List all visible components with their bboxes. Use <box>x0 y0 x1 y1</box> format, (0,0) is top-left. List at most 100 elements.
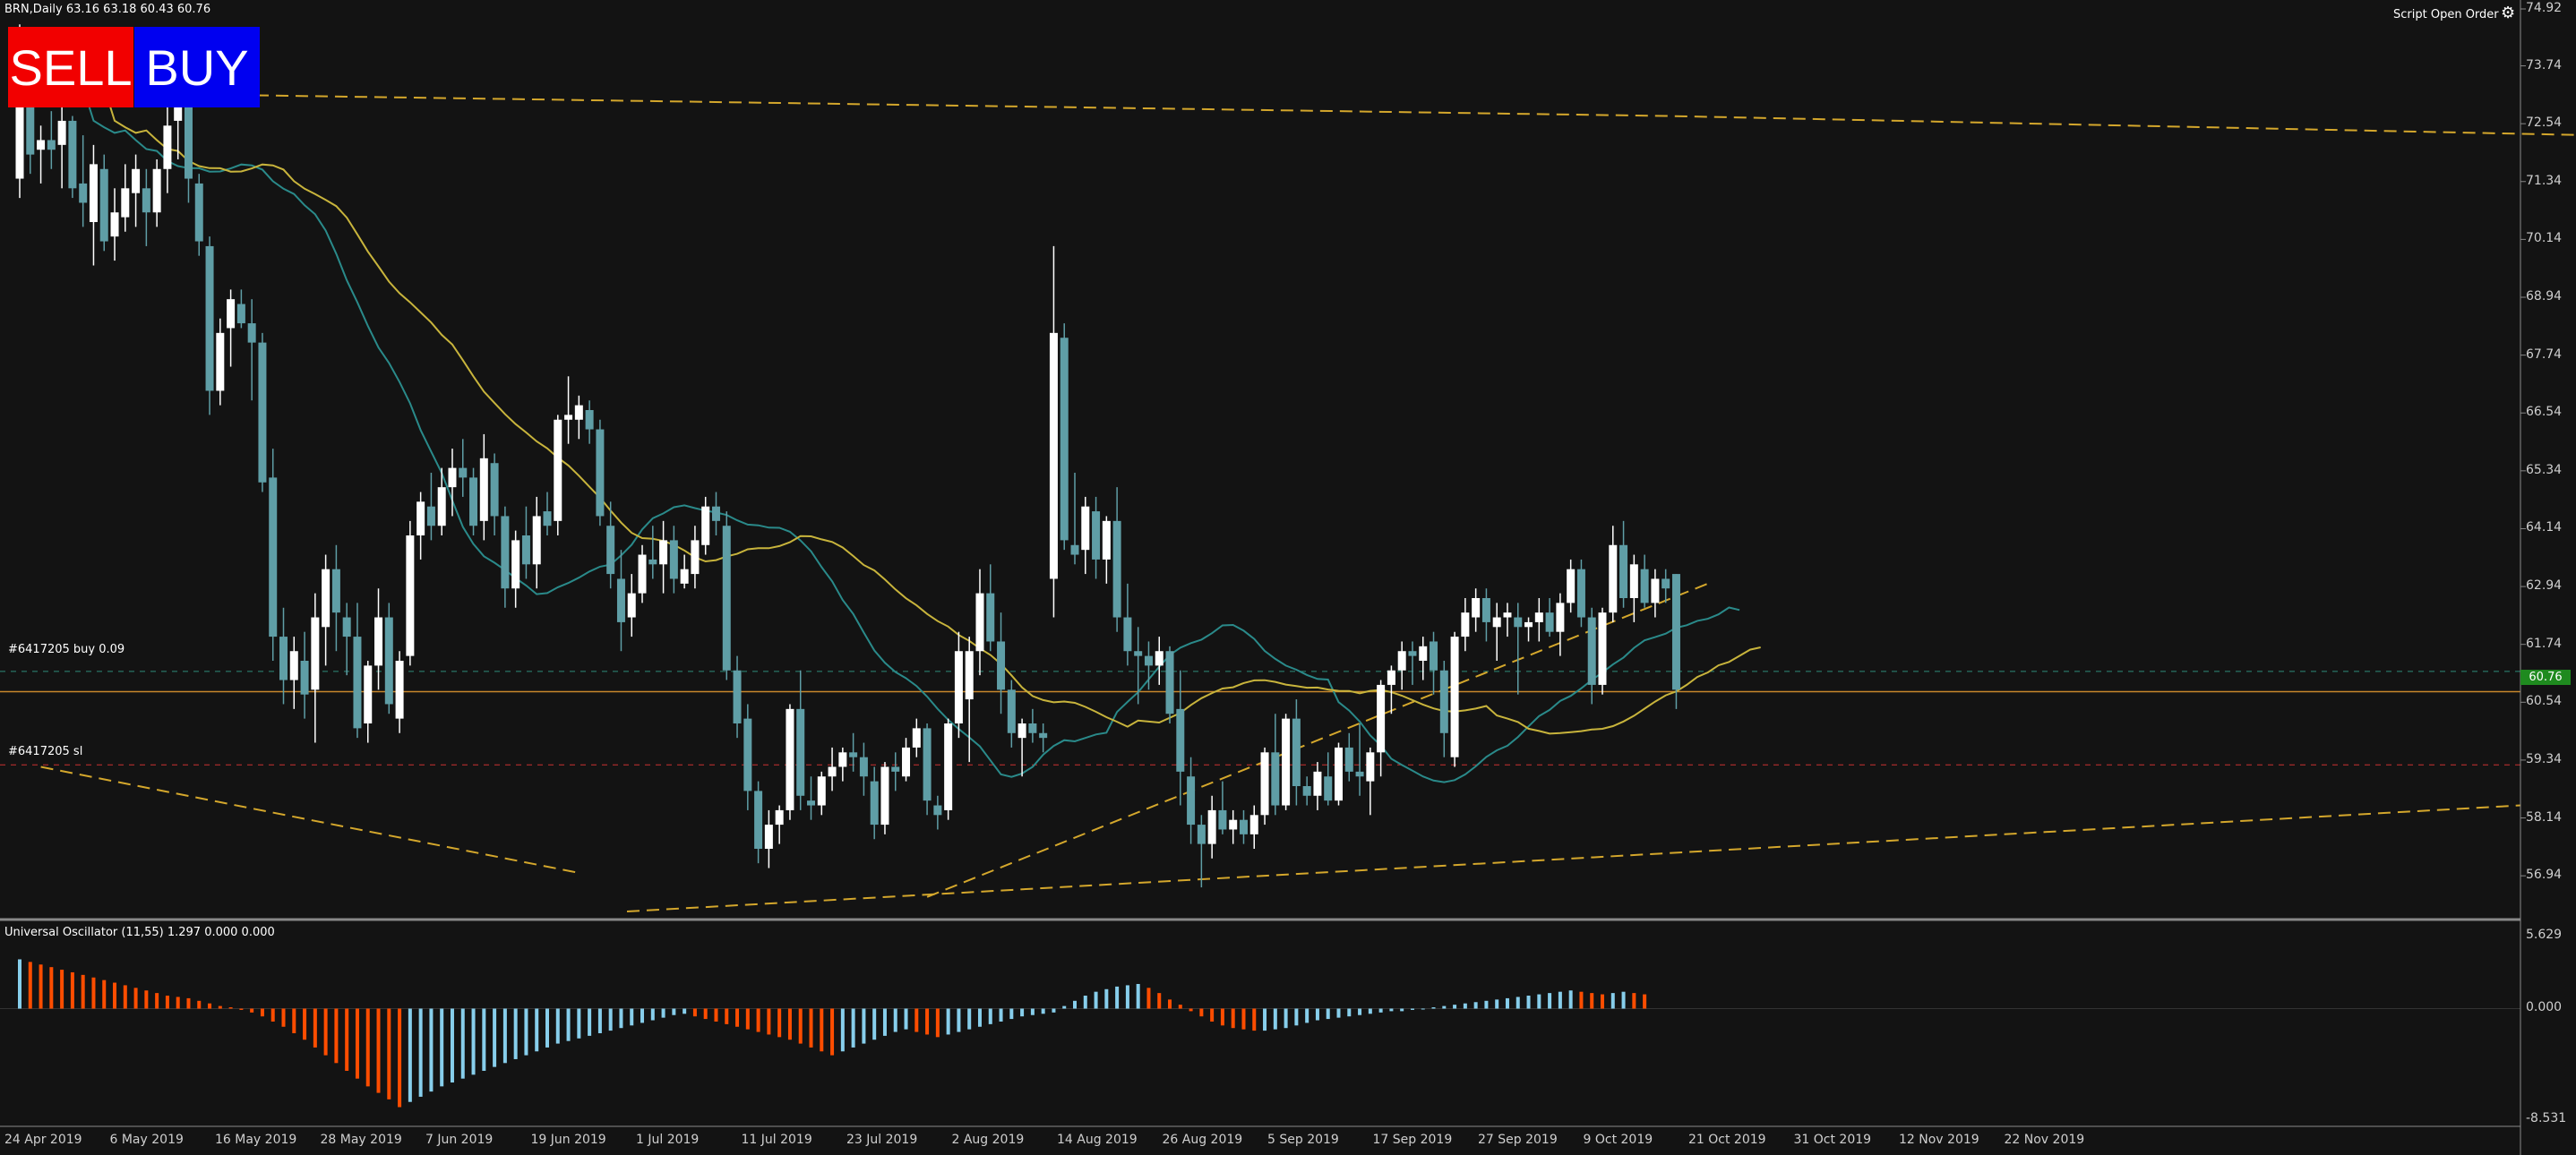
candle-body <box>163 125 172 169</box>
oscillator-bar <box>1453 1005 1457 1009</box>
candle-body <box>1070 544 1079 555</box>
oscillator-bar <box>1009 1008 1014 1020</box>
candle-body <box>543 511 552 526</box>
oscillator-bar <box>418 1008 423 1097</box>
x-tick-label: 2 Aug 2019 <box>951 1133 1025 1147</box>
candle-body <box>1450 637 1459 757</box>
oscillator-bar <box>577 1008 581 1039</box>
oscillator-bar <box>988 1008 992 1024</box>
candle-body <box>659 540 668 565</box>
y-tick-label: 64.14 <box>2526 520 2563 535</box>
oscillator-bar <box>1104 988 1109 1009</box>
candle-body <box>501 516 510 589</box>
candle-body <box>1439 670 1448 733</box>
oscillator-bar <box>524 1008 528 1056</box>
order-sl-label: #6417205 sl <box>8 745 83 758</box>
candle-body <box>26 101 35 155</box>
x-tick-label: 16 May 2019 <box>215 1133 297 1147</box>
oscillator-bar <box>155 993 159 1009</box>
oscillator-bar <box>197 1000 202 1009</box>
candle-body <box>289 651 298 680</box>
oscillator-bar <box>967 1008 972 1030</box>
oscillator-bar <box>1442 1005 1447 1009</box>
x-tick-label: 11 Jul 2019 <box>741 1133 812 1147</box>
candle-body <box>838 752 847 767</box>
oscillator-bar <box>281 1008 286 1027</box>
y-tick-label: 58.14 <box>2526 809 2563 825</box>
candle-body <box>880 766 889 826</box>
oscillator-bar <box>840 1008 845 1052</box>
candle-body <box>1324 776 1333 801</box>
oscillator-bar <box>502 1008 507 1064</box>
candle-body <box>258 342 267 483</box>
oscillator-bar <box>914 1008 919 1032</box>
oscillator-bar <box>777 1008 782 1038</box>
candle-body <box>132 168 141 193</box>
oscillator-bar <box>787 1008 792 1040</box>
oscillator-bar <box>619 1008 623 1029</box>
oscillator-bar <box>756 1008 760 1032</box>
oscillator-bar <box>1220 1008 1224 1026</box>
candle-body <box>448 467 457 488</box>
candle-body <box>1187 776 1196 826</box>
candle-body <box>606 526 615 575</box>
oscillator-bar <box>703 1008 708 1020</box>
candle-body <box>37 140 46 150</box>
oscillator-bar <box>165 996 169 1009</box>
candle-body <box>754 791 763 849</box>
oscillator-bar <box>999 1008 1003 1022</box>
candle-body <box>743 718 752 791</box>
oscillator-bar <box>270 1008 275 1022</box>
y-tick-label: 62.94 <box>2526 578 2563 594</box>
oscillator-bar <box>545 1008 549 1048</box>
candle-body <box>1102 520 1111 560</box>
candle-body <box>1524 621 1533 628</box>
oscillator-bar <box>1252 1008 1257 1031</box>
y-tick-label: 72.54 <box>2526 116 2563 131</box>
script-icon[interactable]: ⚙ <box>2501 4 2515 22</box>
oscillator-bar <box>218 1005 222 1009</box>
price-chart[interactable] <box>0 0 2576 1155</box>
candle-body <box>997 641 1006 690</box>
oscillator-bar <box>70 971 74 1009</box>
candle-body <box>807 800 815 806</box>
candle-body <box>1165 651 1174 714</box>
oscillator-bar <box>1548 993 1552 1009</box>
oscillator-bar <box>957 1008 961 1032</box>
buy-button[interactable]: BUY <box>134 27 260 107</box>
candle-body <box>174 106 183 121</box>
candle-body <box>426 506 435 526</box>
candle-body <box>1419 646 1428 661</box>
candle-body <box>216 332 225 391</box>
candle-body <box>79 183 88 203</box>
candle-body <box>437 487 446 526</box>
candle-body <box>585 410 594 430</box>
oscillator-bar <box>1601 994 1604 1009</box>
oscillator-bar <box>893 1008 897 1032</box>
candle-body <box>459 467 468 478</box>
oscillator-bar <box>1590 993 1594 1009</box>
candle-body <box>142 188 150 213</box>
oscillator-bar <box>408 1008 412 1102</box>
oscillator-bar <box>176 997 180 1009</box>
oscillator-bar <box>1199 1008 1204 1017</box>
candle-body <box>89 164 98 222</box>
oscillator-bar <box>239 1008 244 1010</box>
candle-body <box>1081 506 1090 551</box>
candle-body <box>110 212 119 237</box>
x-tick-label: 1 Jul 2019 <box>636 1133 700 1147</box>
oscillator-bar <box>1505 997 1509 1009</box>
oscillator-bar <box>1347 1008 1352 1017</box>
oscillator-bar <box>597 1008 602 1034</box>
sell-button[interactable]: SELL <box>8 27 133 107</box>
candle-body <box>733 670 742 723</box>
oscillator-bar <box>49 967 54 1009</box>
y-tick-label: 61.74 <box>2526 636 2563 651</box>
oscillator-tick-label: -8.531 <box>2526 1111 2567 1125</box>
candle-body <box>1492 617 1501 628</box>
candle-body <box>1197 825 1206 844</box>
oscillator-bar <box>260 1008 264 1017</box>
candle-body <box>1671 574 1680 690</box>
oscillator-bar <box>1146 988 1151 1009</box>
oscillator-bar <box>608 1008 613 1031</box>
